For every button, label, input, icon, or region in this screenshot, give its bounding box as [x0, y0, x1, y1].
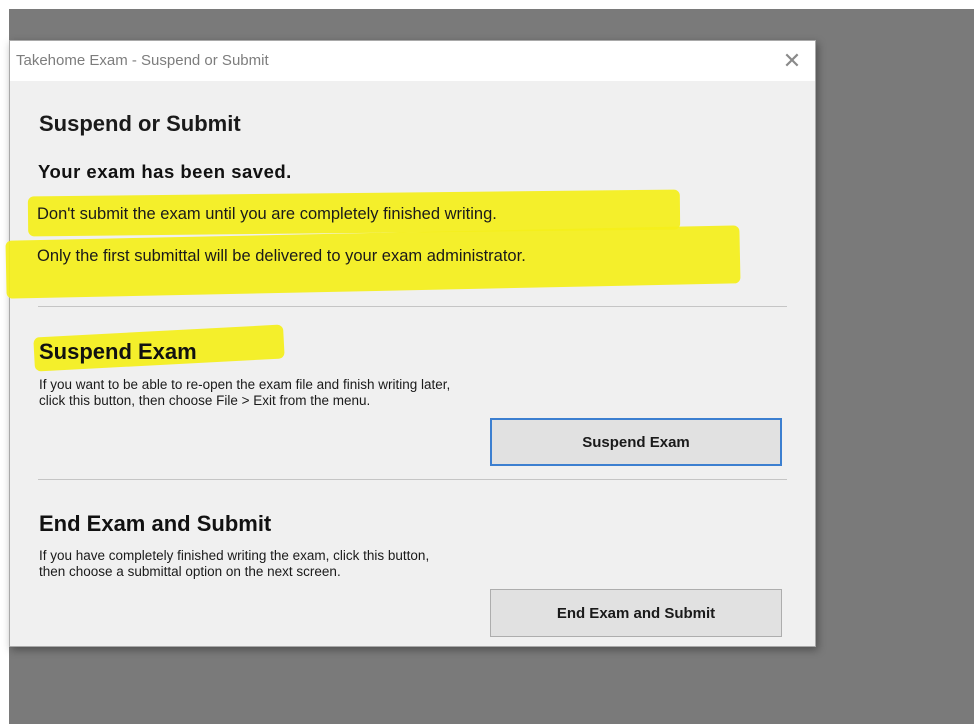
submit-section-description: If you have completely finished writing … — [39, 548, 430, 579]
dialog-content: Suspend or Submit Your exam has been sav… — [5, 81, 815, 646]
first-submittal-text: Only the first submittal will be deliver… — [37, 247, 526, 265]
saved-message: Your exam has been saved. — [38, 161, 292, 182]
divider — [38, 306, 787, 307]
suspend-section-description: If you want to be able to re-open the ex… — [39, 377, 451, 408]
end-exam-submit-button[interactable]: End Exam and Submit — [490, 589, 782, 637]
submit-warning-text: Don't submit the exam until you are comp… — [37, 205, 497, 223]
window-title: Takehome Exam - Suspend or Submit — [16, 52, 269, 69]
suspend-exam-button[interactable]: Suspend Exam — [490, 418, 782, 466]
close-button[interactable]: ✕ — [769, 41, 815, 81]
suspend-submit-dialog: Takehome Exam - Suspend or Submit ✕ Susp… — [5, 40, 816, 647]
suspend-section-title: Suspend Exam — [39, 339, 197, 364]
dialog-heading: Suspend or Submit — [39, 111, 241, 136]
title-bar[interactable]: Takehome Exam - Suspend or Submit ✕ — [10, 41, 815, 81]
close-icon: ✕ — [782, 48, 802, 73]
submit-section-title: End Exam and Submit — [39, 511, 272, 536]
divider — [38, 479, 787, 480]
